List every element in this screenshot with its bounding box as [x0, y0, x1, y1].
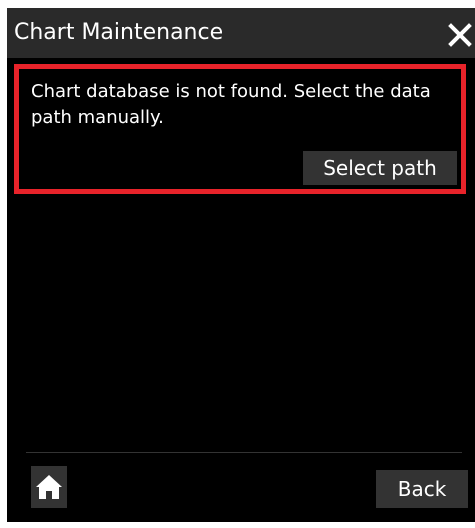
- title-bar: Chart Maintenance: [7, 8, 475, 58]
- back-button[interactable]: Back: [376, 470, 468, 508]
- chart-list-area: [26, 196, 462, 453]
- select-path-button[interactable]: Select path: [303, 151, 457, 185]
- database-not-found-notice: Chart database is not found. Select the …: [14, 64, 466, 194]
- close-icon: [448, 23, 472, 47]
- close-button[interactable]: [445, 18, 475, 52]
- chart-maintenance-dialog: Chart Maintenance Chart database is not …: [7, 8, 475, 522]
- notice-message: Chart database is not found. Select the …: [31, 81, 431, 128]
- dialog-title: Chart Maintenance: [14, 20, 224, 45]
- home-icon: [36, 475, 62, 499]
- home-button[interactable]: [31, 466, 67, 508]
